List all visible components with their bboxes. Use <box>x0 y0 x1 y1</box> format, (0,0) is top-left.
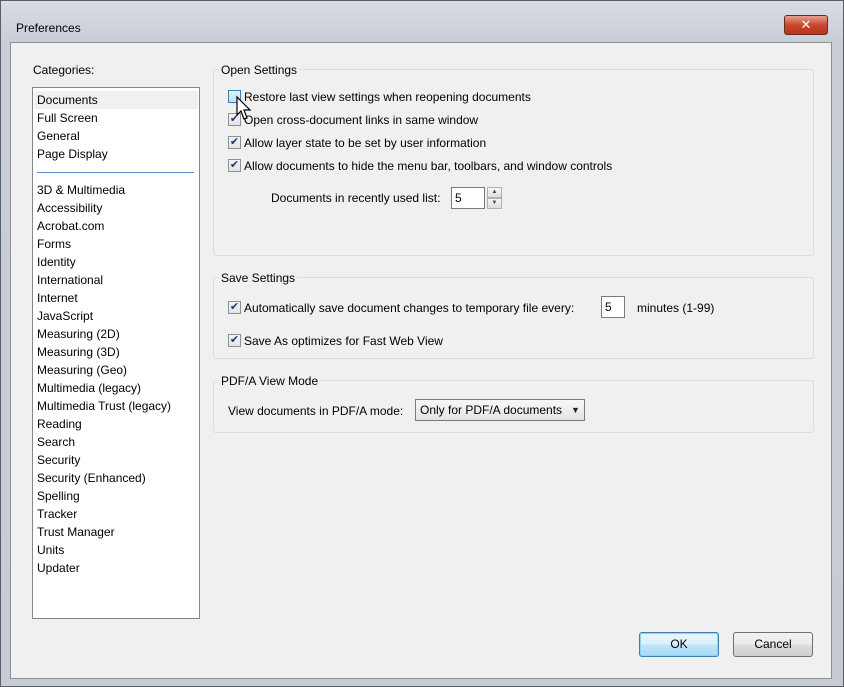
restore-view-label: Restore last view settings when reopenin… <box>244 90 531 104</box>
categories-list[interactable]: Documents Full Screen General Page Displ… <box>32 87 200 619</box>
category-documents[interactable]: Documents <box>34 91 198 109</box>
pdfa-title: PDF/A View Mode <box>219 374 321 388</box>
category-item[interactable]: Accessibility <box>37 199 102 217</box>
pdfa-mode-label: View documents in PDF/A mode: <box>228 404 404 418</box>
category-item[interactable]: Trust Manager <box>37 523 115 541</box>
category-item[interactable]: Tracker <box>37 505 77 523</box>
category-item[interactable]: Reading <box>37 415 82 433</box>
layer-state-checkbox[interactable] <box>228 136 241 149</box>
category-item[interactable]: Multimedia (legacy) <box>37 379 141 397</box>
preferences-window: Preferences ✕ Categories: Documents Full… <box>0 0 844 687</box>
category-item[interactable]: JavaScript <box>37 307 93 325</box>
mouse-pointer-icon <box>236 95 252 120</box>
close-icon: ✕ <box>800 17 812 32</box>
dialog-content: Categories: Documents Full Screen Genera… <box>10 42 832 679</box>
pdfa-mode-select[interactable]: Only for PDF/A documents ▼ <box>415 399 585 421</box>
category-item[interactable]: 3D & Multimedia <box>37 181 125 199</box>
pdfa-mode-value: Only for PDF/A documents <box>420 403 563 417</box>
categories-label: Categories: <box>33 63 95 77</box>
title-bar[interactable]: Preferences ✕ <box>1 1 843 41</box>
autosave-minutes-input[interactable]: 5 <box>601 296 625 318</box>
category-item[interactable]: Security (Enhanced) <box>37 469 146 487</box>
spin-up-icon[interactable]: ▲ <box>487 187 502 198</box>
category-item[interactable]: Units <box>37 541 64 559</box>
category-item[interactable]: Forms <box>37 235 71 253</box>
close-button[interactable]: ✕ <box>784 15 828 35</box>
hide-menubar-checkbox[interactable] <box>228 159 241 172</box>
category-item[interactable]: International <box>37 271 103 289</box>
chevron-down-icon: ▼ <box>571 405 580 415</box>
open-settings-title: Open Settings <box>219 63 300 77</box>
category-item[interactable]: Measuring (3D) <box>37 343 120 361</box>
category-item[interactable]: Measuring (Geo) <box>37 361 127 379</box>
category-item[interactable]: Security <box>37 451 80 469</box>
category-item[interactable]: Internet <box>37 289 78 307</box>
fast-web-view-checkbox[interactable] <box>228 334 241 347</box>
save-settings-title: Save Settings <box>219 271 298 285</box>
autosave-checkbox[interactable] <box>228 301 241 314</box>
category-general[interactable]: General <box>37 127 80 145</box>
recent-docs-spinner: ▲ ▼ <box>487 187 502 209</box>
fast-web-view-label: Save As optimizes for Fast Web View <box>244 334 443 348</box>
autosave-label: Automatically save document changes to t… <box>244 301 575 315</box>
spin-down-icon[interactable]: ▼ <box>487 198 502 209</box>
category-separator <box>37 172 194 173</box>
window-title: Preferences <box>16 21 81 35</box>
cancel-button[interactable]: Cancel <box>733 632 813 657</box>
recent-docs-input[interactable]: 5 <box>451 187 485 209</box>
category-item[interactable]: Measuring (2D) <box>37 325 120 343</box>
recent-docs-label: Documents in recently used list: <box>271 191 441 205</box>
category-page-display[interactable]: Page Display <box>37 145 108 163</box>
category-item[interactable]: Identity <box>37 253 76 271</box>
ok-button[interactable]: OK <box>639 632 719 657</box>
category-item[interactable]: Acrobat.com <box>37 217 104 235</box>
layer-state-label: Allow layer state to be set by user info… <box>244 136 487 150</box>
category-item[interactable]: Spelling <box>37 487 80 505</box>
autosave-unit-label: minutes (1-99) <box>637 301 715 315</box>
category-item[interactable]: Multimedia Trust (legacy) <box>37 397 171 415</box>
category-full-screen[interactable]: Full Screen <box>37 109 98 127</box>
category-item[interactable]: Updater <box>37 559 80 577</box>
category-item[interactable]: Search <box>37 433 75 451</box>
hide-menubar-label: Allow documents to hide the menu bar, to… <box>244 159 613 173</box>
cross-doc-links-label: Open cross-document links in same window <box>244 113 479 127</box>
